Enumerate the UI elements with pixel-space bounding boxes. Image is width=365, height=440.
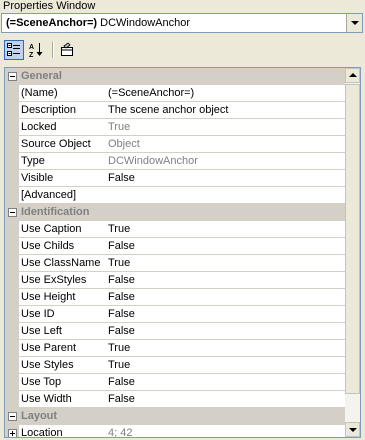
property-value: True (106, 119, 347, 136)
scroll-up-button[interactable] (345, 68, 360, 83)
property-rows: General (Name) (=SceneAnchor=) Descripti… (5, 68, 347, 437)
property-name: (Name) (19, 85, 108, 102)
property-value[interactable]: False (106, 238, 347, 255)
category-label: Layout (21, 410, 58, 422)
property-value[interactable]: True (106, 357, 347, 374)
svg-text:A: A (29, 44, 34, 51)
property-value[interactable]: False (106, 272, 347, 289)
property-name: Use Height (19, 289, 108, 306)
property-value: 4; 42 (106, 425, 347, 437)
property-name: Use ClassName (19, 255, 108, 272)
object-name: (=SceneAnchor=) (6, 17, 98, 29)
property-value[interactable]: True (106, 221, 347, 238)
property-row-use-caption[interactable]: Use Caption True (5, 221, 347, 238)
category-label: Identification (21, 206, 90, 218)
categorized-button[interactable] (4, 40, 24, 60)
window-title: Properties Window (0, 0, 365, 13)
property-name: Use ExStyles (19, 272, 108, 289)
property-value[interactable]: False (106, 170, 347, 187)
property-value[interactable]: False (106, 374, 347, 391)
property-row-use-styles[interactable]: Use Styles True (5, 357, 347, 374)
toolbar: A Z (0, 34, 365, 64)
property-value[interactable]: False (106, 391, 347, 408)
property-row-use-height[interactable]: Use Height False (5, 289, 347, 306)
property-value[interactable]: False (106, 289, 347, 306)
property-row-use-classname[interactable]: Use ClassName True (5, 255, 347, 272)
property-name: Use Top (19, 374, 108, 391)
property-name: Use Left (19, 323, 108, 340)
property-value[interactable]: The scene anchor object (106, 102, 347, 119)
alphabetical-button[interactable]: A Z (27, 40, 47, 60)
property-row-source-object[interactable]: Source Object Object (5, 136, 347, 153)
property-row-use-left[interactable]: Use Left False (5, 323, 347, 340)
toolbar-separator (52, 42, 54, 58)
property-value[interactable]: (=SceneAnchor=) (106, 85, 347, 102)
property-name: Location (19, 425, 108, 437)
object-type: DCWindowAnchor (100, 17, 191, 29)
chevron-down-icon (349, 428, 357, 432)
property-value[interactable]: False (106, 306, 347, 323)
property-name: Locked (19, 119, 108, 136)
chevron-up-icon (349, 73, 357, 77)
property-name: Use Styles (19, 357, 108, 374)
property-pages-button[interactable] (57, 40, 77, 60)
property-name: Use ID (19, 306, 108, 323)
chevron-down-icon (351, 21, 359, 25)
property-name: Use Width (19, 391, 108, 408)
property-name: Source Object (19, 136, 108, 153)
property-name: [Advanced] (19, 187, 108, 204)
property-name: Visible (19, 170, 108, 187)
property-value: DCWindowAnchor (106, 153, 347, 170)
dropdown-button[interactable] (346, 14, 362, 32)
property-name: Use Caption (19, 221, 108, 238)
collapse-icon[interactable] (8, 208, 17, 217)
property-row-type[interactable]: Type DCWindowAnchor (5, 153, 347, 170)
property-name: Description (19, 102, 108, 119)
category-layout[interactable]: Layout (5, 408, 345, 425)
collapse-icon[interactable] (8, 412, 17, 421)
property-row-visible[interactable]: Visible False (5, 170, 347, 187)
collapse-icon[interactable] (8, 72, 17, 81)
object-selector-dropdown[interactable]: (=SceneAnchor=) DCWindowAnchor (1, 13, 363, 33)
property-name: Type (19, 153, 108, 170)
property-row-location[interactable]: Location 4; 42 (5, 425, 347, 437)
property-name: Use Parent (19, 340, 108, 357)
category-general[interactable]: General (5, 68, 345, 85)
svg-text:Z: Z (29, 52, 34, 58)
property-row-use-parent[interactable]: Use Parent True (5, 340, 347, 357)
object-selector-text: (=SceneAnchor=) DCWindowAnchor (6, 17, 190, 30)
category-identification[interactable]: Identification (5, 204, 345, 221)
expand-icon[interactable] (8, 429, 17, 437)
alphabetical-sort-icon: A Z (29, 43, 43, 58)
property-value: Object (106, 136, 347, 153)
category-label: General (21, 70, 62, 82)
property-row-advanced[interactable]: [Advanced] (5, 187, 347, 204)
categorized-icon (7, 43, 20, 56)
property-row-locked[interactable]: Locked True (5, 119, 347, 136)
scrollbar-thumb[interactable] (345, 84, 360, 394)
property-row-use-top[interactable]: Use Top False (5, 374, 347, 391)
scroll-down-button[interactable] (345, 422, 360, 437)
property-value[interactable] (106, 187, 347, 204)
property-row-description[interactable]: Description The scene anchor object (5, 102, 347, 119)
property-row-use-exstyles[interactable]: Use ExStyles False (5, 272, 347, 289)
property-grid: General (Name) (=SceneAnchor=) Descripti… (4, 67, 361, 438)
property-row-name[interactable]: (Name) (=SceneAnchor=) (5, 85, 347, 102)
property-row-use-childs[interactable]: Use Childs False (5, 238, 347, 255)
property-row-use-width[interactable]: Use Width False (5, 391, 347, 408)
property-row-use-id[interactable]: Use ID False (5, 306, 347, 323)
property-value[interactable]: False (106, 323, 347, 340)
property-name: Use Childs (19, 238, 108, 255)
property-pages-icon (61, 42, 73, 56)
vertical-scrollbar[interactable] (345, 68, 360, 437)
property-value[interactable]: True (106, 255, 347, 272)
property-value[interactable]: True (106, 340, 347, 357)
